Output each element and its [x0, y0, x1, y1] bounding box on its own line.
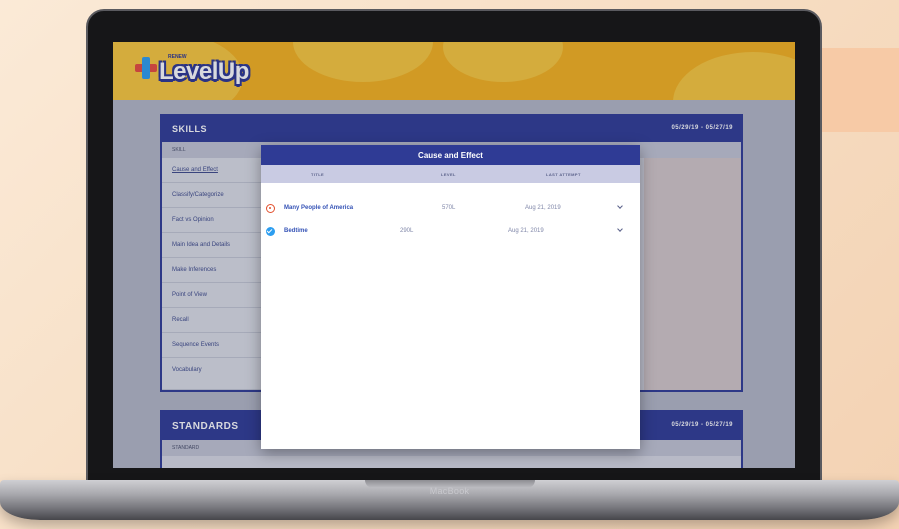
modal-header: Cause and Effect: [261, 145, 640, 165]
table-row[interactable]: Bedtime 290L Aug 21, 2019: [261, 225, 640, 243]
chevron-down-icon[interactable]: [617, 203, 623, 209]
device-label: MacBook: [429, 486, 470, 496]
laptop-screen: RENEW LevelUp SKILLS 05/29/19 - 05/27/19…: [113, 42, 795, 468]
row-title[interactable]: Bedtime: [284, 228, 308, 234]
column-last-attempt[interactable]: LAST ATTEMPT: [546, 172, 581, 177]
modal-column-headers: TITLE LEVEL LAST ATTEMPT: [261, 165, 640, 183]
row-last-attempt: Aug 21, 2019: [508, 228, 544, 234]
row-title[interactable]: Many People of America: [284, 205, 353, 211]
modal-title: Cause and Effect: [418, 151, 483, 160]
skill-detail-modal: Cause and Effect TITLE LEVEL LAST ATTEMP…: [261, 145, 640, 449]
column-level[interactable]: LEVEL: [441, 172, 456, 177]
table-row[interactable]: Many People of America 570L Aug 21, 2019: [261, 202, 640, 220]
row-last-attempt: Aug 21, 2019: [525, 205, 561, 211]
row-level: 290L: [400, 228, 414, 234]
target-icon: [266, 204, 275, 213]
chevron-down-icon[interactable]: [617, 226, 623, 232]
check-circle-icon: [266, 227, 275, 236]
column-title[interactable]: TITLE: [311, 172, 324, 177]
row-level: 570L: [442, 205, 456, 211]
